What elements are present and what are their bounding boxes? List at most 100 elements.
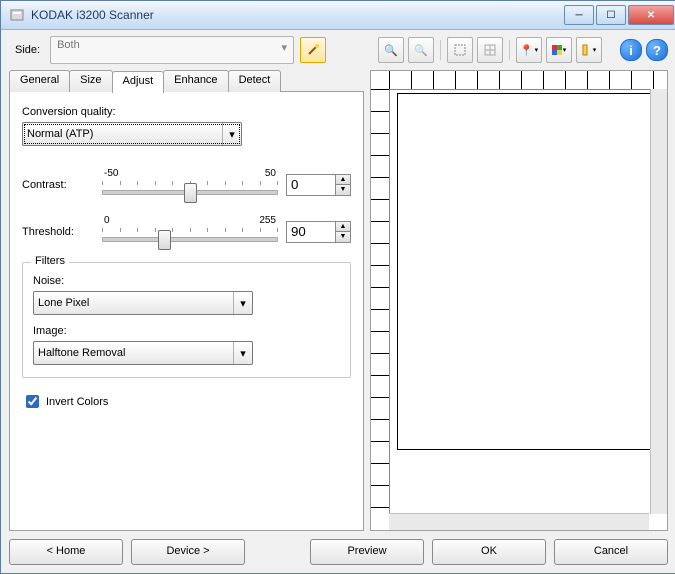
noise-label: Noise: (33, 275, 340, 287)
window-title: KODAK i3200 Scanner (31, 8, 562, 22)
ruler-horizontal (389, 71, 665, 90)
spacer (253, 539, 302, 565)
help-icon: ? (653, 43, 661, 58)
tabstrip: General Size Adjust Enhance Detect (9, 70, 364, 92)
spinner-up-icon[interactable]: ▲ (335, 174, 351, 185)
titlebar: KODAK i3200 Scanner ─ ☐ ✕ (1, 1, 675, 30)
tab-detect[interactable]: Detect (228, 70, 282, 92)
image-filter-value: Halftone Removal (38, 347, 125, 359)
contrast-row: Contrast: -50 50 (22, 168, 351, 201)
spinner-up-icon[interactable]: ▲ (335, 221, 351, 232)
marquee-icon (454, 44, 466, 56)
top-toolbar: Side: Both ▾ 🔍 🔍 📍▾ ▾ ▾ i ? (9, 34, 668, 66)
contrast-value-input[interactable] (286, 174, 336, 196)
preview-scrollbar-horizontal[interactable] (389, 513, 649, 530)
threshold-min-label: 0 (104, 215, 110, 226)
units-menu-button[interactable]: ▾ (576, 37, 602, 63)
spinner-down-icon[interactable]: ▼ (335, 231, 351, 243)
app-icon (9, 7, 25, 23)
preview-scrollbar-vertical[interactable] (650, 89, 667, 514)
main-row: General Size Adjust Enhance Detect Conve… (9, 70, 668, 531)
window-body: Side: Both ▾ 🔍 🔍 📍▾ ▾ ▾ i ? (1, 30, 675, 573)
threshold-label: Threshold: (22, 226, 102, 238)
close-button[interactable]: ✕ (628, 5, 674, 25)
spinner-down-icon[interactable]: ▼ (335, 184, 351, 196)
toolbar-separator (509, 40, 510, 60)
contrast-spinner[interactable]: ▲▼ (335, 174, 351, 196)
conversion-quality-value: Normal (ATP) (27, 128, 93, 140)
preview-toolbar: 🔍 🔍 📍▾ ▾ ▾ i ? (378, 37, 668, 63)
contrast-slider-thumb[interactable] (184, 183, 197, 203)
zoom-in-icon: 🔍 (384, 44, 398, 57)
zoom-out-button[interactable]: 🔍 (408, 37, 434, 63)
color-swatch-icon (552, 45, 562, 55)
maximize-button[interactable]: ☐ (596, 5, 626, 25)
color-menu-button[interactable]: ▾ (546, 37, 572, 63)
cancel-button[interactable]: Cancel (554, 539, 668, 565)
preview-page[interactable] (397, 93, 657, 450)
grid-icon (484, 44, 496, 56)
toolbar-separator (440, 40, 441, 60)
contrast-slider[interactable] (102, 181, 278, 201)
window-controls: ─ ☐ ✕ (562, 5, 674, 25)
chevron-down-icon: ▾ (282, 41, 288, 54)
threshold-max-label: 255 (259, 215, 276, 226)
ruler-vertical (371, 89, 390, 528)
minimize-button[interactable]: ─ (564, 5, 594, 25)
chevron-down-icon: ▾ (563, 46, 567, 54)
quality-menu-button[interactable]: 📍▾ (516, 37, 542, 63)
chevron-down-icon: ▾ (593, 46, 597, 54)
ruler-icon (582, 44, 592, 56)
scanner-settings-window: KODAK i3200 Scanner ─ ☐ ✕ Side: Both ▾ 🔍… (0, 0, 675, 574)
filters-legend: Filters (31, 255, 69, 267)
left-column: General Size Adjust Enhance Detect Conve… (9, 70, 364, 531)
threshold-slider-wrap: 0 255 (102, 215, 278, 248)
ok-button[interactable]: OK (432, 539, 546, 565)
home-button[interactable]: < Home (9, 539, 123, 565)
invert-colors-label: Invert Colors (46, 396, 108, 408)
device-button[interactable]: Device > (131, 539, 245, 565)
bottom-button-row: < Home Device > Preview OK Cancel (9, 535, 668, 565)
zoom-in-button[interactable]: 🔍 (378, 37, 404, 63)
contrast-slider-wrap: -50 50 (102, 168, 278, 201)
wand-icon (306, 43, 320, 57)
invert-colors-checkbox[interactable]: Invert Colors (22, 392, 351, 411)
tab-adjust[interactable]: Adjust (112, 71, 165, 93)
chevron-down-icon: ▾ (535, 46, 539, 54)
pin-icon: 📍 (520, 44, 534, 57)
side-select-value: Both (57, 39, 80, 51)
settings-shortcut-button[interactable] (300, 37, 326, 63)
help-button[interactable]: ? (646, 39, 668, 61)
contrast-max-label: 50 (265, 168, 276, 179)
threshold-slider-thumb[interactable] (158, 230, 171, 250)
tab-general[interactable]: General (9, 70, 70, 92)
tab-panel-adjust: Conversion quality: Normal (ATP) ▾ Contr… (9, 91, 364, 531)
threshold-row: Threshold: 0 255 (22, 215, 351, 248)
side-select[interactable]: Both ▾ (50, 36, 294, 64)
image-filter-label: Image: (33, 325, 340, 337)
contrast-label: Contrast: (22, 179, 102, 191)
chevron-down-icon: ▾ (222, 123, 241, 145)
region-tool-button[interactable] (447, 37, 473, 63)
chevron-down-icon: ▾ (233, 292, 252, 314)
noise-select[interactable]: Lone Pixel ▾ (33, 291, 253, 315)
chevron-down-icon: ▾ (233, 342, 252, 364)
preview-button[interactable]: Preview (310, 539, 424, 565)
tab-enhance[interactable]: Enhance (163, 70, 228, 92)
tab-size[interactable]: Size (69, 70, 112, 92)
filters-group: Filters Noise: Lone Pixel ▾ Image: Halft… (22, 262, 351, 378)
threshold-spinner[interactable]: ▲▼ (335, 221, 351, 243)
contrast-min-label: -50 (104, 168, 118, 179)
invert-colors-input[interactable] (26, 395, 39, 408)
side-label: Side: (15, 44, 40, 56)
noise-value: Lone Pixel (38, 297, 89, 309)
threshold-slider[interactable] (102, 228, 278, 248)
threshold-value-input[interactable] (286, 221, 336, 243)
conversion-quality-label: Conversion quality: (22, 106, 351, 118)
info-button[interactable]: i (620, 39, 642, 61)
image-filter-select[interactable]: Halftone Removal ▾ (33, 341, 253, 365)
conversion-quality-select[interactable]: Normal (ATP) ▾ (22, 122, 242, 146)
zoom-out-icon: 🔍 (414, 44, 428, 57)
grid-tool-button[interactable] (477, 37, 503, 63)
info-icon: i (629, 43, 633, 58)
